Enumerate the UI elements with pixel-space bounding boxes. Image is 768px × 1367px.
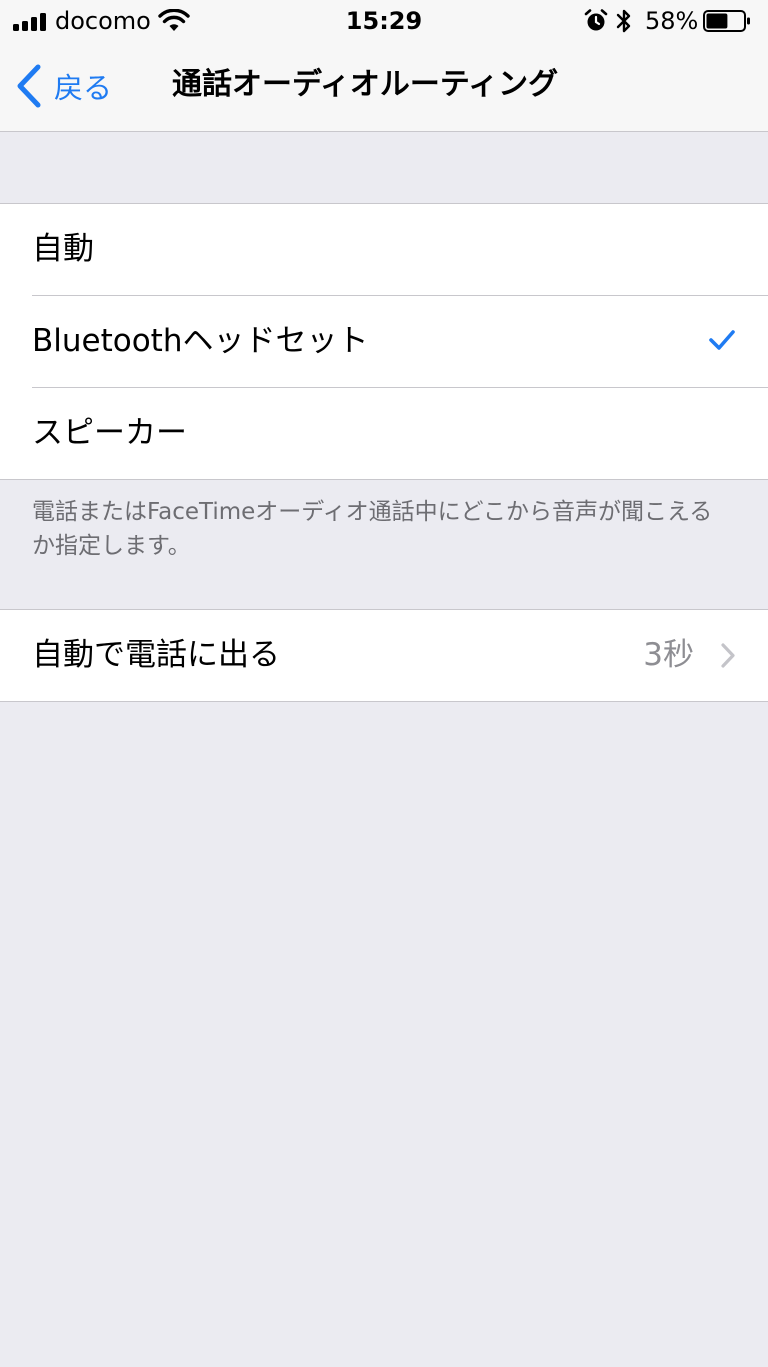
alarm-icon [584,9,608,31]
battery-icon [703,10,750,32]
bluetooth-icon [616,9,631,33]
navigation-bar: 戻る 通話オーディオルーティング [0,42,768,132]
option-auto[interactable]: 自動 [0,204,768,295]
chevron-left-icon [17,64,41,108]
auto-answer-row[interactable]: 自動で電話に出る 3秒 [0,610,768,701]
back-label: 戻る [54,71,113,105]
auto-answer-value: 3秒 [643,637,694,673]
option-label: 自動 [32,231,94,267]
auto-answer-group: 自動で電話に出る 3秒 [0,609,768,702]
chevron-right-icon [721,643,735,668]
option-speaker[interactable]: スピーカー [32,387,768,479]
status-bar: docomo 15:29 58% [0,0,768,42]
option-bluetooth-headset[interactable]: Bluetoothヘッドセット [32,295,768,387]
page-title: 通話オーディオルーティング [172,67,559,102]
routing-options-list: 自動 Bluetoothヘッドセット スピーカー [0,203,768,480]
back-button[interactable]: 戻る [14,62,112,110]
auto-answer-label: 自動で電話に出る [32,637,280,673]
battery-percent: 58% [645,7,699,35]
checkmark-icon [709,330,735,350]
option-label: Bluetoothヘッドセット [32,323,369,359]
routing-footer-note: 電話またはFaceTimeオーディオ通話中にどこから音声が聞こえるか指定します。 [32,499,713,559]
option-label: スピーカー [32,415,187,451]
